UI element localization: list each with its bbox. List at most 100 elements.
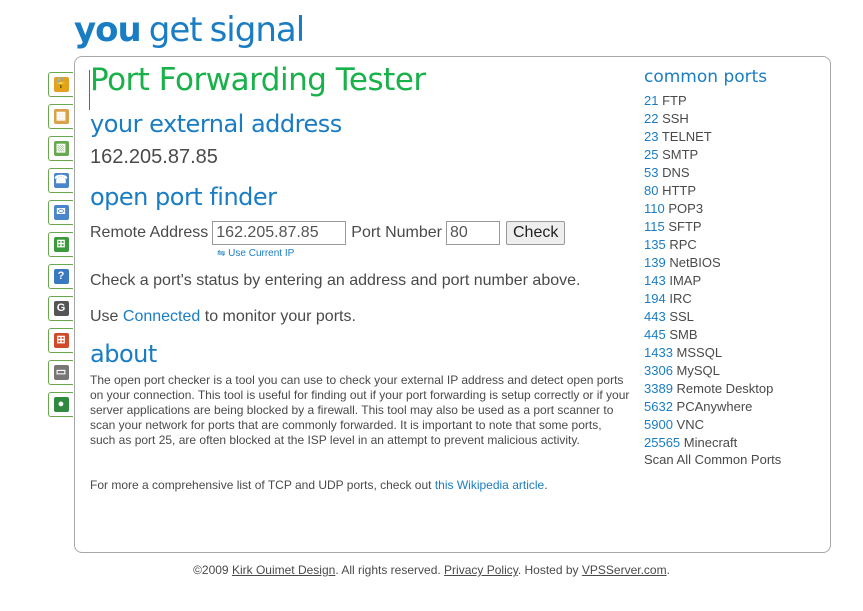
port-finder-form: Remote Address Port Number Check (90, 221, 566, 245)
common-port-name: POP3 (668, 201, 704, 216)
common-port-item[interactable]: 21 FTP (644, 92, 773, 110)
page-title: Port Forwarding Tester (90, 62, 426, 98)
port-number-input[interactable] (445, 221, 500, 245)
common-port-item[interactable]: 22 SSH (644, 110, 773, 128)
sidebar-tool-button[interactable]: ⊞ (48, 328, 73, 353)
common-port-number: 135 (644, 237, 666, 252)
common-port-number: 21 (644, 93, 659, 108)
footer-privacy-link[interactable]: Privacy Policy (444, 563, 518, 577)
sidebar-tool-button[interactable]: ? (48, 264, 73, 289)
common-port-item[interactable]: 1433 MSSQL (644, 344, 773, 362)
footer-hosted: . Hosted by (517, 563, 579, 577)
common-port-number: 5632 (644, 399, 673, 414)
footer-copyright: ©2009 (193, 563, 229, 577)
more-info-text: For more a comprehensive list of TCP and… (90, 478, 630, 493)
common-port-item[interactable]: 445 SMB (644, 326, 773, 344)
common-port-name: DNS (662, 165, 690, 180)
status-text: Check a port's status by entering an add… (90, 272, 581, 289)
common-port-item[interactable]: 143 IMAP (644, 272, 773, 290)
use-current-ip-label: Use Current IP (228, 248, 295, 259)
common-port-name: SSL (669, 309, 694, 324)
common-ports-list: 21 FTP 22 SSH 23 TELNET 25 SMTP 53 DNS 80 HTT… (644, 92, 773, 452)
common-port-item[interactable]: 23 TELNET (644, 128, 773, 146)
common-port-item[interactable]: 25 SMTP (644, 146, 773, 164)
sidebar-tool-button[interactable]: ▦ (48, 104, 73, 129)
sidebar-tool-button[interactable]: ⊞ (48, 232, 73, 257)
common-port-number: 25565 (644, 435, 681, 450)
common-port-item[interactable]: 194 IRC (644, 290, 773, 308)
common-port-name: SMB (669, 327, 698, 342)
common-port-name: PCAnywhere (676, 399, 753, 414)
common-port-name: RPC (669, 237, 697, 252)
site-logo[interactable]: you get signal (74, 10, 306, 50)
common-port-name: SSH (662, 111, 689, 126)
logo-get: get (148, 10, 203, 50)
common-port-item[interactable]: 5900 VNC (644, 416, 773, 434)
common-port-item[interactable]: 80 HTTP (644, 182, 773, 200)
section-heading-finder: open port finder (90, 183, 277, 211)
common-port-item[interactable]: 135 RPC (644, 236, 773, 254)
tool-sidebar: 🔓 ▦ ▧ ☎ ✉ ⊞? G ⊞ ▭ ● (48, 72, 75, 424)
common-port-item[interactable]: 25565 Minecraft (644, 434, 773, 452)
footer-host-link[interactable]: VPSServer.com (582, 563, 667, 577)
use-current-ip-link[interactable]: ⇋ Use Current IP (217, 248, 294, 259)
help-icon: ? (53, 269, 69, 284)
sidebar-tool-button[interactable]: ☎ (48, 168, 73, 193)
connected-prefix: Use (90, 308, 119, 325)
common-port-name: Minecraft (683, 435, 738, 450)
common-port-number: 115 (644, 219, 665, 234)
common-port-number: 1433 (644, 345, 673, 360)
remote-address-label: Remote Address (90, 224, 209, 241)
footer: ©2009 Kirk Ouimet Design. All rights res… (0, 563, 863, 577)
more-info-prefix: For more a comprehensive list of TCP and… (90, 478, 432, 492)
mail-icon: ✉ (53, 205, 69, 220)
common-port-number: 22 (644, 111, 659, 126)
scan-all-ports-link[interactable]: Scan All Common Ports (644, 452, 781, 467)
remote-address-input[interactable] (212, 221, 347, 245)
common-port-item[interactable]: 3389 Remote Desktop (644, 380, 773, 398)
sidebar-tool-button[interactable]: G (48, 296, 73, 321)
globe-icon: ● (53, 397, 69, 412)
common-port-number: 139 (644, 255, 666, 270)
footer-author-link[interactable]: Kirk Ouimet Design (232, 563, 335, 577)
common-ports-heading: common ports (644, 67, 768, 87)
common-port-name: SMTP (662, 147, 699, 162)
common-port-item[interactable]: 115 SFTP (644, 218, 773, 236)
common-port-item[interactable]: 139 NetBIOS (644, 254, 773, 272)
sidebar-tool-button[interactable]: ▧ (48, 136, 73, 161)
common-port-number: 53 (644, 165, 659, 180)
common-port-item[interactable]: 443 SSL (644, 308, 773, 326)
sidebar-tool-button[interactable]: ✉ (48, 200, 73, 225)
refresh-icon: ⇋ (217, 248, 226, 259)
wikipedia-link[interactable]: this Wikipedia article (435, 478, 544, 492)
drive-icon: ▭ (53, 365, 69, 380)
common-port-name: MySQL (676, 363, 720, 378)
sidebar-tool-button[interactable]: ● (48, 392, 73, 417)
logo-signal: signal (209, 10, 306, 50)
common-port-item[interactable]: 3306 MySQL (644, 362, 773, 380)
map-pin-icon: ▧ (53, 141, 69, 156)
sidebar-tool-button[interactable]: ▭ (48, 360, 73, 385)
common-port-number: 80 (644, 183, 659, 198)
common-port-number: 194 (644, 291, 666, 306)
common-port-number: 110 (644, 201, 665, 216)
about-text: The open port checker is a tool you can … (90, 373, 630, 447)
sidebar-tool-button[interactable]: 🔓 (48, 72, 73, 97)
footer-end: . (666, 563, 670, 577)
phone-icon: ☎ (53, 173, 69, 188)
common-port-item[interactable]: 5632 PCAnywhere (644, 398, 773, 416)
external-ip-value: 162.205.87.85 (90, 146, 218, 168)
connected-link[interactable]: Connected (123, 308, 200, 325)
common-port-item[interactable]: 53 DNS (644, 164, 773, 182)
common-port-number: 445 (644, 327, 666, 342)
check-button[interactable]: Check (505, 221, 566, 245)
google-icon: G (53, 301, 69, 316)
common-port-item[interactable]: 110 POP3 (644, 200, 773, 218)
common-port-number: 3306 (644, 363, 673, 378)
more-info-suffix: . (544, 478, 548, 492)
lock-icon: 🔓 (53, 77, 69, 92)
connected-suffix: to monitor your ports. (204, 308, 356, 325)
common-port-name: NetBIOS (669, 255, 721, 270)
common-port-name: IRC (669, 291, 692, 306)
section-heading-external: your external address (90, 110, 342, 138)
